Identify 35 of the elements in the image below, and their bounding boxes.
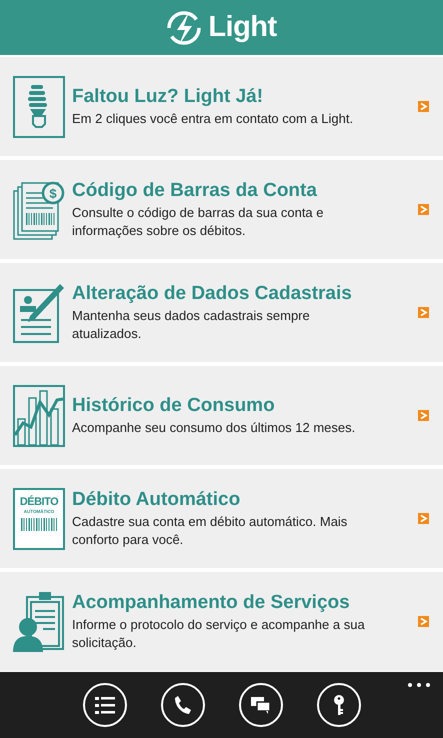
key-button[interactable] [316,683,360,727]
card-title: Faltou Luz? Light Já! [72,85,264,108]
list-button[interactable] [82,683,126,727]
arrow-icon [418,513,429,524]
card-title: Histórico de Consumo [72,394,276,417]
menu-card[interactable]: $ Código de Barras da Conta Consulte o código de barras da sua conta e informações sobre os débitos. [0,160,443,259]
phone-button[interactable] [160,683,204,727]
clipboard-person-icon [13,590,65,652]
more-icon[interactable] [407,682,431,688]
card-description: Informe o protocolo do serviço e acompanhe a sua solicitação. [72,616,366,652]
card-description: Acompanhe seu consumo dos últimos 12 meses. [72,419,356,437]
card-title: Débito Automático [72,488,242,511]
menu-card[interactable]: Histórico de Consumo Acompanhe seu consumo dos últimos 12 meses. [0,366,443,465]
card-description: Consulte o código de barras da sua conta e informações sobre os débitos. [72,204,325,240]
chat-icon [250,694,272,716]
form-pen-icon [13,282,65,344]
list-icon [94,694,116,716]
card-description: Em 2 cliques você entra em contato com a Light. [72,110,354,128]
menu-card[interactable]: Acompanhamento de Serviços Informe o protocolo do serviço e acompanhe a sua solicitação. [0,572,443,671]
card-title: Código de Barras da Conta [72,179,318,202]
arrow-icon [418,616,429,627]
chat-button[interactable] [238,683,282,727]
arrow-icon [418,307,429,318]
card-description: Mantenha seus dados cadastrais sempre atualizados. [72,307,311,343]
card-title: Alteração de Dados Cadastrais [72,282,353,305]
menu-card[interactable]: Alteração de Dados Cadastrais Mantenha seus dados cadastrais sempre atualizados. [0,263,443,362]
arrow-icon [418,204,429,215]
arrow-icon [418,410,429,421]
chart-icon [13,384,65,446]
card-title: Acompanhamento de Serviços [72,591,351,614]
menu-card[interactable]: Faltou Luz? Light Já! Em 2 cliques você entra em contato com a Light. [0,57,443,156]
logo-text: Light [208,11,277,44]
arrow-icon [418,101,429,112]
card-description: Cadastre sua conta em débito automático. Mais conforto para você. [72,513,348,549]
light-bulb-icon [13,76,65,138]
